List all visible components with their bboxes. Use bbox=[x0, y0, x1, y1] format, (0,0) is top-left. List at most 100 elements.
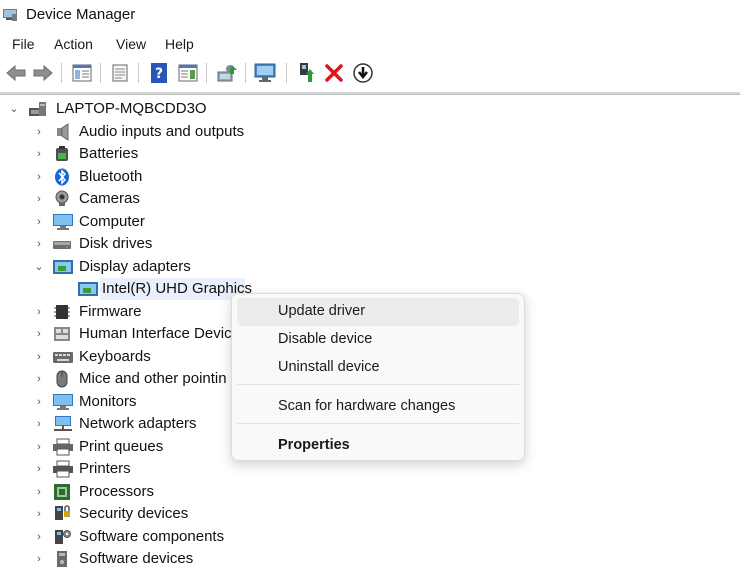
chevron-right-icon[interactable]: › bbox=[33, 372, 45, 386]
category-label: Batteries bbox=[79, 145, 139, 162]
disable-device-icon[interactable] bbox=[351, 61, 375, 85]
chevron-right-icon[interactable]: › bbox=[33, 125, 45, 139]
device-label: Intel(R) UHD Graphics bbox=[102, 280, 253, 297]
hid-icon bbox=[52, 325, 72, 343]
menu-help[interactable]: Help bbox=[165, 33, 194, 55]
chevron-right-icon[interactable]: › bbox=[33, 147, 45, 161]
scan-hardware-changes-icon[interactable] bbox=[254, 61, 278, 85]
tree-root[interactable]: ⌄ LAPTOP-MQBCDD3O bbox=[0, 98, 740, 120]
window-title: Device Manager bbox=[26, 6, 136, 23]
chevron-right-icon[interactable]: › bbox=[33, 170, 45, 184]
tree-category[interactable]: › Computer bbox=[0, 211, 740, 233]
display-adapter-icon bbox=[52, 258, 73, 276]
tree-category[interactable]: › Audio inputs and outputs bbox=[0, 121, 740, 143]
chevron-right-icon[interactable]: › bbox=[33, 237, 45, 251]
toolbar-separator bbox=[286, 63, 287, 83]
software-component-icon bbox=[52, 528, 72, 546]
category-label: Disk drives bbox=[79, 235, 153, 252]
chevron-right-icon[interactable]: › bbox=[33, 395, 45, 409]
scan-hardware-menu-item[interactable]: Scan for hardware changes bbox=[237, 393, 519, 421]
tree-category[interactable]: › Software components bbox=[0, 526, 740, 548]
back-arrow-icon[interactable] bbox=[4, 61, 28, 85]
device-manager-icon bbox=[2, 6, 18, 22]
camera-icon bbox=[52, 190, 72, 208]
category-label: Firmware bbox=[79, 303, 142, 320]
chevron-down-icon[interactable]: ⌄ bbox=[8, 102, 20, 116]
category-label: Display adapters bbox=[79, 258, 191, 275]
uninstall-device-icon[interactable] bbox=[322, 61, 346, 85]
chevron-right-icon[interactable]: › bbox=[33, 552, 45, 566]
category-label: Bluetooth bbox=[79, 168, 143, 185]
tree-category[interactable]: › Cameras bbox=[0, 188, 740, 210]
chevron-right-icon[interactable]: › bbox=[33, 530, 45, 544]
chevron-right-icon[interactable]: › bbox=[33, 350, 45, 364]
toolbar: ? bbox=[0, 58, 740, 88]
tree-category[interactable]: › Software devices bbox=[0, 548, 740, 570]
action-pane-icon[interactable] bbox=[176, 61, 200, 85]
chevron-right-icon[interactable]: › bbox=[33, 192, 45, 206]
chevron-right-icon[interactable]: › bbox=[33, 485, 45, 499]
update-driver-software-icon[interactable] bbox=[215, 61, 239, 85]
tree-category-expanded[interactable]: ⌄ Display adapters bbox=[0, 256, 740, 278]
menu-separator bbox=[237, 423, 519, 424]
chevron-right-icon[interactable]: › bbox=[33, 305, 45, 319]
tree-category[interactable]: › Security devices bbox=[0, 503, 740, 525]
chevron-down-icon[interactable]: ⌄ bbox=[33, 260, 45, 274]
computer-icon bbox=[52, 213, 73, 231]
laptop-computer-icon bbox=[28, 100, 48, 118]
tree-category[interactable]: › Bluetooth bbox=[0, 166, 740, 188]
uninstall-device-menu-item[interactable]: Uninstall device bbox=[237, 354, 519, 382]
title-bar: Device Manager bbox=[0, 0, 740, 32]
disk-drive-icon bbox=[52, 235, 72, 253]
tree-category[interactable]: › Processors bbox=[0, 481, 740, 503]
category-label: Mice and other pointin bbox=[79, 370, 227, 387]
mouse-icon bbox=[52, 370, 72, 388]
show-hide-console-tree-icon[interactable] bbox=[70, 61, 94, 85]
security-device-icon bbox=[52, 505, 72, 523]
chevron-right-icon[interactable]: › bbox=[33, 462, 45, 476]
tree-category[interactable]: › Printers bbox=[0, 458, 740, 480]
context-menu: Update driver Disable device Uninstall d… bbox=[231, 293, 525, 461]
monitor-icon bbox=[52, 393, 73, 411]
category-label: Human Interface Device bbox=[79, 325, 240, 342]
properties-sheet-icon[interactable] bbox=[108, 61, 132, 85]
category-label: Printers bbox=[79, 460, 131, 477]
toolbar-separator bbox=[61, 63, 62, 83]
chevron-right-icon[interactable]: › bbox=[33, 417, 45, 431]
category-label: Cameras bbox=[79, 190, 140, 207]
toolbar-separator bbox=[245, 63, 246, 83]
category-label: Processors bbox=[79, 483, 155, 500]
toolbar-separator bbox=[138, 63, 139, 83]
display-adapter-icon bbox=[77, 280, 98, 298]
update-driver-menu-item[interactable]: Update driver bbox=[237, 298, 519, 326]
category-label: Network adapters bbox=[79, 415, 197, 432]
print-queue-icon bbox=[52, 438, 73, 456]
tree-category[interactable]: › Disk drives bbox=[0, 233, 740, 255]
category-label: Print queues bbox=[79, 438, 164, 455]
enable-device-icon[interactable] bbox=[294, 61, 318, 85]
category-label: Keyboards bbox=[79, 348, 151, 365]
help-icon[interactable]: ? bbox=[147, 61, 171, 85]
properties-menu-item[interactable]: Properties bbox=[237, 432, 519, 460]
chevron-right-icon[interactable]: › bbox=[33, 440, 45, 454]
chevron-right-icon[interactable]: › bbox=[33, 327, 45, 341]
forward-arrow-icon[interactable] bbox=[31, 61, 55, 85]
network-adapter-icon bbox=[52, 415, 72, 433]
tree-category[interactable]: › Batteries bbox=[0, 143, 740, 165]
category-label: Computer bbox=[79, 213, 145, 230]
menu-file[interactable]: File bbox=[12, 33, 35, 55]
printer-icon bbox=[52, 460, 73, 478]
computer-name: LAPTOP-MQBCDD3O bbox=[56, 100, 207, 117]
menu-view[interactable]: View bbox=[116, 33, 146, 55]
category-label: Security devices bbox=[79, 505, 189, 522]
firmware-icon bbox=[52, 303, 72, 321]
battery-icon bbox=[52, 145, 72, 163]
toolbar-separator bbox=[206, 63, 207, 83]
chevron-right-icon[interactable]: › bbox=[33, 507, 45, 521]
chevron-right-icon[interactable]: › bbox=[33, 215, 45, 229]
category-label: Monitors bbox=[79, 393, 137, 410]
disable-device-menu-item[interactable]: Disable device bbox=[237, 326, 519, 354]
keyboard-icon bbox=[52, 348, 73, 366]
menu-action[interactable]: Action bbox=[54, 33, 93, 55]
svg-text:?: ? bbox=[155, 66, 163, 82]
